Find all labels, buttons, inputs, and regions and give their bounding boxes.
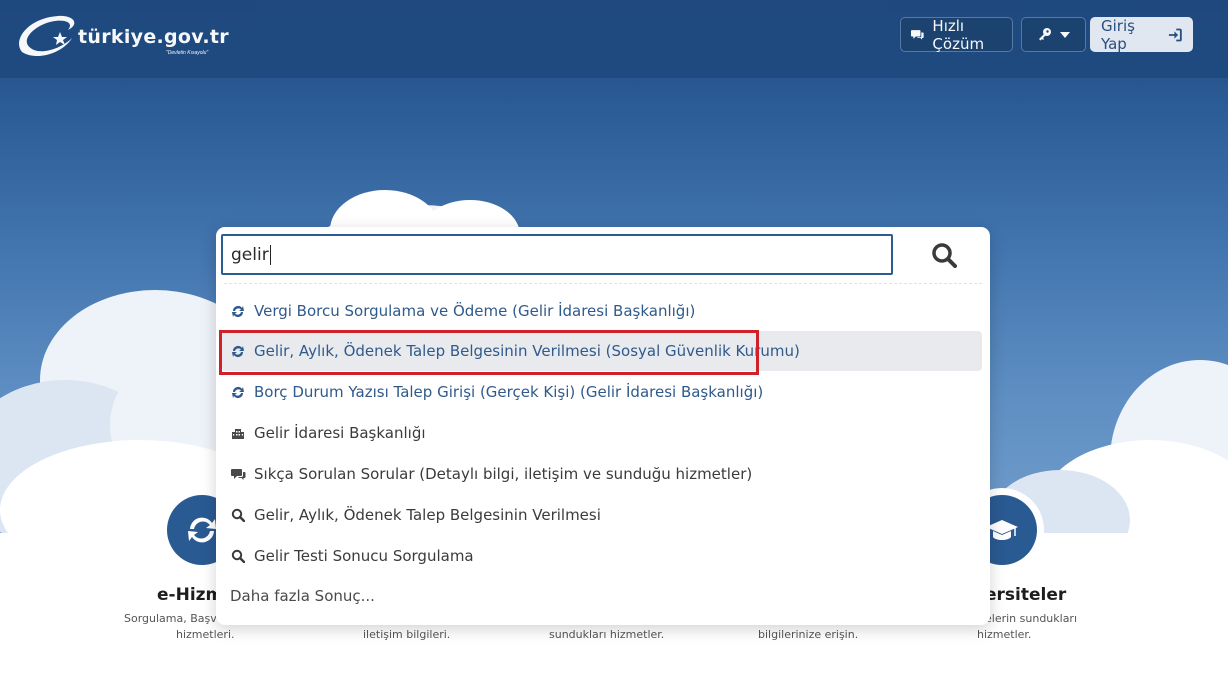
category-desc: sundukları hizmetler.: [549, 628, 665, 641]
e-service-icon: [230, 303, 246, 319]
suggestion-item[interactable]: Gelir, Aylık, Ödenek Talep Belgesinin Ve…: [222, 495, 982, 535]
suggestion-item[interactable]: Borç Durum Yazısı Talep Girişi (Gerçek K…: [222, 372, 982, 412]
suggestion-item[interactable]: Gelir Testi Sonucu Sorgulama: [222, 536, 982, 576]
refresh-icon: [188, 517, 216, 543]
e-services-desc-line1: Sorgulama, Başvuru: [124, 612, 236, 625]
suggestion-label: Borç Durum Yazısı Talep Girişi (Gerçek K…: [254, 383, 764, 401]
logo[interactable]: türkiye.gov.tr "Devletin Kısayolu": [14, 12, 229, 62]
suggestion-label: Vergi Borcu Sorgulama ve Ödeme (Gelir İd…: [254, 302, 696, 320]
suggestion-item[interactable]: Vergi Borcu Sorgulama ve Ödeme (Gelir İd…: [222, 291, 982, 331]
divider: [224, 283, 982, 284]
universities-title: ersiteler: [985, 585, 1067, 605]
institution-icon: [230, 425, 246, 441]
category-desc: bilgilerinize erişin.: [758, 628, 859, 641]
universities-desc-line2: hizmetler.: [977, 628, 1032, 641]
more-results-label: Daha fazla Sonuç...: [230, 587, 375, 605]
search-icon: [230, 507, 246, 523]
sign-in-icon: [1169, 28, 1182, 41]
logo-tagline: "Devletin Kısayolu": [166, 50, 209, 56]
more-results-link[interactable]: Daha fazla Sonuç...: [222, 576, 982, 616]
search-button[interactable]: [924, 237, 964, 273]
e-service-icon: [230, 343, 246, 359]
universities-desc-line1: elerin sundukları: [985, 612, 1078, 625]
chat-icon: [911, 30, 924, 40]
suggestion-label: Gelir Testi Sonucu Sorgulama: [254, 547, 474, 565]
text-caret: [269, 244, 271, 265]
accessibility-menu-button[interactable]: [1021, 17, 1086, 52]
logo-text: türkiye.gov.tr: [78, 26, 229, 48]
login-button[interactable]: Giriş Yap: [1090, 16, 1193, 53]
search-query-text: gelir: [231, 244, 269, 265]
search-input[interactable]: gelir: [221, 234, 893, 275]
suggestion-item[interactable]: Sıkça Sorulan Sorular (Detaylı bilgi, il…: [222, 454, 982, 494]
e-service-icon: [230, 384, 246, 400]
suggestion-label: Sıkça Sorulan Sorular (Detaylı bilgi, il…: [254, 465, 753, 483]
faq-icon: [230, 466, 246, 482]
chevron-down-icon: [1060, 31, 1070, 38]
suggestion-item[interactable]: Gelir İdaresi Başkanlığı: [222, 413, 982, 453]
quick-solution-label: Hızlı Çözüm: [932, 16, 985, 53]
category-desc: iletişim bilgileri.: [363, 628, 451, 641]
suggestion-label: Gelir, Aylık, Ödenek Talep Belgesinin Ve…: [254, 506, 601, 524]
search-icon: [230, 548, 246, 564]
key-icon: [1039, 28, 1051, 41]
logo-swoosh-icon: [19, 15, 75, 57]
suggestion-label: Gelir, Aylık, Ödenek Talep Belgesinin Ve…: [254, 342, 800, 360]
login-label: Giriş Yap: [1101, 16, 1135, 53]
suggestion-label: Gelir İdaresi Başkanlığı: [254, 424, 426, 442]
quick-solution-button[interactable]: Hızlı Çözüm: [900, 16, 1013, 53]
top-header: türkiye.gov.tr "Devletin Kısayolu" Hızlı…: [0, 0, 1228, 78]
search-panel: gelir Vergi Borcu Sorgulama ve Ödeme (Ge…: [216, 227, 990, 625]
suggestion-item-selected[interactable]: Gelir, Aylık, Ödenek Talep Belgesinin Ve…: [222, 331, 982, 371]
search-icon: [932, 243, 957, 268]
e-services-desc-line2: hizmetleri.: [176, 628, 235, 641]
